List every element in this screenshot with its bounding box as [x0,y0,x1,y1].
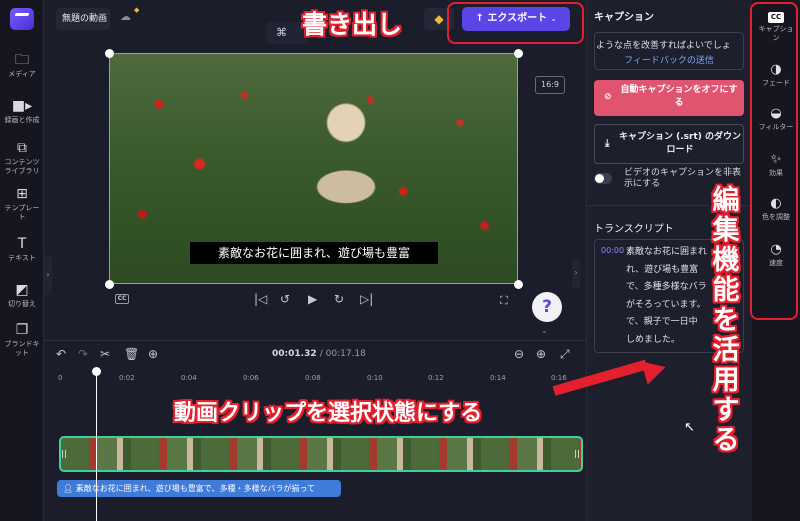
resize-handle-top-left[interactable] [105,49,114,58]
download-icon: ⤓ [605,138,610,149]
rewind-5s-icon[interactable]: ↺ [280,292,290,306]
zoom-out-icon[interactable]: ⊖ [514,347,524,361]
ruler-tick: 0:04 [181,374,197,382]
ruler-tick: 0 [58,374,63,382]
panel-collapse-tab[interactable]: › [572,258,580,288]
current-time: 00:01.32 [272,349,317,359]
transcript-title: トランスクリプト [594,224,674,235]
sidebar-item-label: テキスト [8,254,36,262]
resize-handle-bottom-right[interactable] [514,280,523,289]
ruler-tick: 0:06 [243,374,259,382]
redo-icon[interactable]: ↷ [78,347,88,361]
playhead[interactable] [96,369,97,521]
download-srt-label: キャプション (.srt) のダウンロード [619,132,742,155]
playhead-knob[interactable] [92,367,101,376]
sidebar-item-templates[interactable]: ⊞ テンプレート [0,186,44,222]
app-logo [10,8,34,30]
undo-icon[interactable]: ↶ [56,347,66,361]
chevron-right-icon: › [46,270,50,279]
feedback-question: ような点を改善すればよいでしょ [596,41,731,51]
folder-icon: 🗀 [15,52,29,68]
ruler-tick: 0:10 [367,374,383,382]
total-time: / 00:17.18 [319,349,366,359]
premium-gem-icon: ◆ [434,12,444,26]
text-icon: T [17,236,27,252]
timeline-divider [44,340,586,341]
video-subtitle: 素敵なお花に囲まれ、遊び場も豊富 [190,242,438,264]
add-media-icon[interactable]: ⊕ [148,347,158,361]
clip-trim-handle-right[interactable]: || [574,448,580,460]
transcript-timestamp[interactable]: 00:00 [601,246,624,255]
cloud-off-icon[interactable]: ☁︎ [120,10,131,23]
fullscreen-icon[interactable]: ⛶ [500,294,508,308]
resize-handle-bottom-left[interactable] [105,280,114,289]
sidebar-item-library[interactable]: ⧉ コンテンツライブラリ [0,140,44,176]
sidebar-item-label: ブランドキット [4,340,40,357]
library-icon: ⧉ [17,140,27,156]
fit-timeline-icon[interactable]: ⤢ [560,347,570,362]
sidebar-collapse-tab[interactable]: › [44,255,52,295]
ruler-tick: 0:16 [551,374,567,382]
sidebar-item-label: メディア [8,70,36,78]
chevron-down-icon[interactable]: ⌄ [541,326,548,335]
mouse-cursor-icon: ↖ [684,420,695,435]
download-srt-button[interactable]: ⤓ キャプション (.srt) のダウンロード [594,124,744,164]
sidebar-item-label: コンテンツライブラリ [4,158,40,175]
sidebar-item-record[interactable]: ■▸ 録画と作成 [0,98,44,125]
template-icon: ⊞ [16,186,28,202]
chevron-right-icon: › [574,268,578,277]
ruler-tick: 0:08 [305,374,321,382]
caption-track-icon: 👤︎ [63,484,74,493]
sidebar-item-label: テンプレート [4,204,40,221]
timecode: 00:01.32 / 00:17.18 [272,349,366,359]
resize-handle-top-right[interactable] [514,49,523,58]
crop-icon: ⌘ [276,26,287,39]
annotation-export-note: 書き出し [302,10,403,39]
panel-title: キャプション [594,12,654,23]
forward-5s-icon[interactable]: ↻ [334,292,344,306]
delete-icon[interactable]: 🗑︎ [124,347,139,361]
zoom-in-icon[interactable]: ⊕ [536,347,546,361]
annotation-select-clip-note: 動画クリップを選択状態にする [174,401,483,426]
play-icon[interactable]: ▶ [308,292,317,306]
feedback-link[interactable]: フィードバックの送信 [594,53,744,66]
auto-caption-off-label: 自動キャプションをオフにする [620,85,738,108]
auto-caption-off-button[interactable]: ⊘ 自動キャプションをオフにする [594,80,744,116]
ruler-tick: 0:02 [119,374,135,382]
sidebar-item-label: 録画と作成 [4,116,40,124]
sidebar-item-transitions[interactable]: ◩ 切り替え [0,282,44,309]
split-scissors-icon[interactable]: ✂ [100,347,110,361]
premium-gem-icon: ◆ [134,6,140,14]
help-button[interactable]: ? [532,292,562,322]
clip-trim-handle-left[interactable]: || [61,448,67,460]
sidebar-item-label: 切り替え [8,300,36,308]
caption-off-icon: ⊘ [604,92,612,102]
camera-icon: ■▸ [11,98,33,114]
skip-forward-icon[interactable]: ▷| [360,292,373,306]
annotation-box-tools [750,2,798,320]
skip-back-icon[interactable]: |◁ [254,292,267,306]
annotation-edit-tools-note: 編集機能を活用する [712,185,740,456]
transition-icon: ◩ [15,282,29,298]
caption-track-text: 素敵なお花に囲まれ、遊び場も豊富で、多種・多様なバラが揃って [75,484,316,493]
ruler-tick: 0:12 [428,374,444,382]
project-title[interactable]: 無題の動画 [56,8,110,30]
sidebar-item-media[interactable]: 🗀 メディア [0,52,44,79]
ruler-tick: 0:14 [490,374,506,382]
video-clip[interactable] [59,436,583,472]
sidebar-item-brand-kit[interactable]: ❐ ブランドキット [0,322,44,358]
caption-track-clip[interactable]: 👤︎ 素敵なお花に囲まれ、遊び場も豊富で、多種・多様なバラが揃って [57,480,341,497]
hide-captions-toggle[interactable] [594,173,612,184]
annotation-box-export [447,2,584,44]
sidebar-item-text[interactable]: T テキスト [0,236,44,263]
aspect-ratio-button[interactable]: 16:9 [535,76,565,94]
brand-icon: ❐ [15,322,29,338]
cc-icon[interactable]: CC [115,294,129,304]
